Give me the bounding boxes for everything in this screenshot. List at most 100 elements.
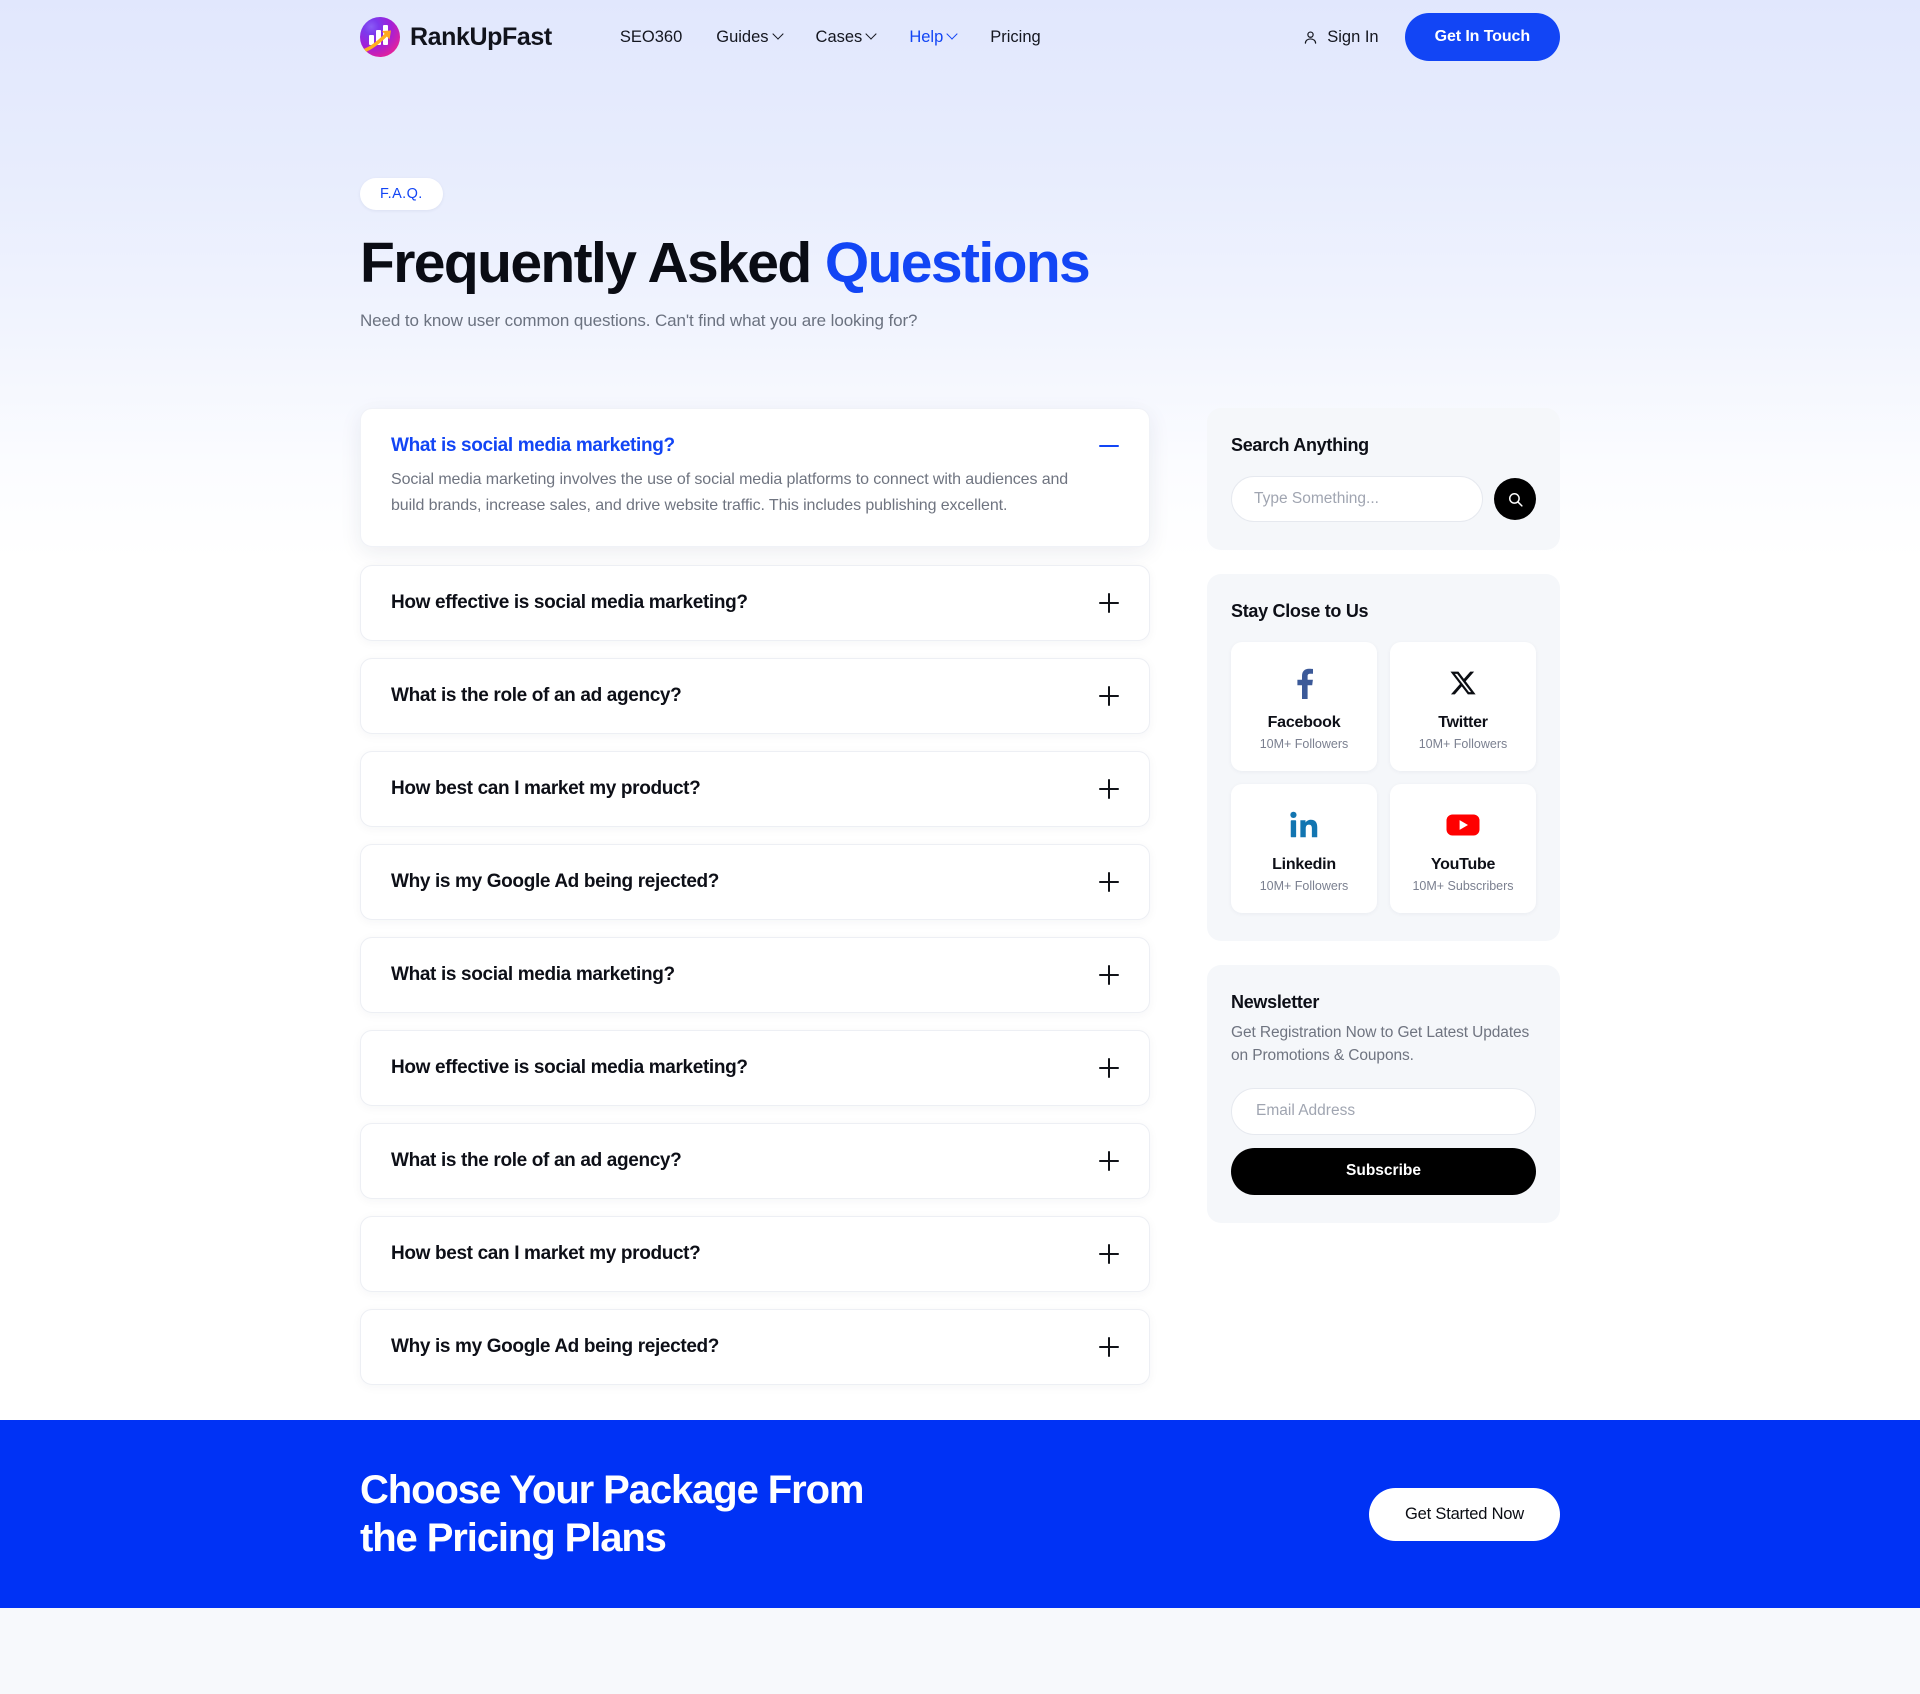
faq-question: How best can I market my product?: [391, 777, 701, 799]
social-name: YouTube: [1430, 856, 1496, 873]
faq-item-header[interactable]: How best can I market my product?: [361, 752, 1149, 826]
social-name: Twitter: [1438, 714, 1488, 731]
nav-link-label: SEO360: [619, 27, 683, 46]
social-card-title: Stay Close to Us: [1231, 601, 1369, 621]
nav-link-pricing[interactable]: Pricing: [990, 28, 1040, 47]
user-icon: [1305, 30, 1317, 44]
social-name: Linkedin: [1272, 856, 1336, 873]
faq-question: What is the role of an ad agency?: [391, 1149, 682, 1171]
page-title-plain: Frequently Asked: [360, 231, 825, 295]
subscribe-button[interactable]: Subscribe: [1231, 1147, 1536, 1195]
search-icon: [1508, 492, 1523, 507]
faq-question: What is social media marketing?: [391, 435, 675, 456]
cta-title: Choose Your Package From the Pricing Pla…: [360, 1466, 864, 1562]
faq-question: How effective is social media marketing?: [391, 1056, 748, 1078]
linkedin-icon: [1241, 808, 1367, 842]
faq-item-header[interactable]: What is social media marketing?: [361, 938, 1149, 1012]
youtube-icon: [1400, 808, 1526, 842]
social-link-linkedin[interactable]: Linkedin 10M+ Followers: [1231, 784, 1377, 913]
email-field[interactable]: [1231, 1087, 1536, 1135]
faq-item[interactable]: How best can I market my product?: [360, 1215, 1150, 1292]
plus-icon[interactable]: [1099, 592, 1119, 613]
main-content: What is social media marketing? Social m…: [360, 408, 1560, 1402]
faq-item-header[interactable]: What is the role of an ad agency?: [361, 1124, 1149, 1198]
faq-question: How best can I market my product?: [391, 1242, 701, 1264]
faq-answer: Social media marketing involves the use …: [391, 471, 1069, 514]
faq-item[interactable]: What is the role of an ad agency?: [360, 1122, 1150, 1199]
minus-icon[interactable]: [1099, 436, 1119, 456]
faq-question: How effective is social media marketing?: [391, 591, 748, 613]
faq-item[interactable]: How effective is social media marketing?: [360, 564, 1150, 641]
social-stat: 10M+ Followers: [1259, 737, 1349, 751]
nav-link-label: Help: [909, 27, 944, 46]
get-in-touch-button[interactable]: Get In Touch: [1404, 13, 1560, 61]
social-link-youtube[interactable]: YouTube 10M+ Subscribers: [1390, 784, 1536, 913]
nav-link-seo360[interactable]: SEO360: [620, 28, 682, 47]
footer-strip: [0, 1608, 1920, 1694]
plus-icon[interactable]: [1099, 685, 1119, 706]
nav-link-label: Cases: [815, 27, 863, 46]
faq-item-header[interactable]: Why is my Google Ad being rejected?: [361, 1310, 1149, 1384]
faq-question: Why is my Google Ad being rejected?: [391, 1335, 720, 1357]
newsletter-card: Newsletter Get Registration Now to Get L…: [1207, 965, 1560, 1223]
plus-icon[interactable]: [1099, 871, 1119, 892]
faq-question: What is the role of an ad agency?: [391, 684, 682, 706]
top-navigation-bar: RankUpFast SEO360 Guides Cases Help Pric…: [0, 0, 1920, 74]
cta-title-line2: the Pricing Plans: [360, 1516, 667, 1560]
faq-question: What is social media marketing?: [391, 963, 675, 985]
page-title: Frequently Asked Questions: [360, 231, 1091, 295]
social-link-facebook[interactable]: Facebook 10M+ Followers: [1231, 642, 1377, 771]
chevron-down-icon: [946, 28, 958, 40]
faq-item[interactable]: Why is my Google Ad being rejected?: [360, 843, 1150, 920]
plus-icon[interactable]: [1099, 778, 1119, 799]
social-stat: 10M+ Subscribers: [1412, 879, 1514, 893]
plus-icon[interactable]: [1099, 1057, 1119, 1078]
faq-item-header[interactable]: What is the role of an ad agency?: [361, 659, 1149, 733]
plus-icon[interactable]: [1099, 1336, 1119, 1357]
faq-item[interactable]: What is the role of an ad agency?: [360, 657, 1150, 734]
page-heading: F.A.Q. Frequently Asked Questions Need t…: [360, 178, 1091, 331]
newsletter-description: Get Registration Now to Get Latest Updat…: [1231, 1024, 1530, 1064]
social-name: Facebook: [1267, 714, 1341, 731]
nav-links: SEO360 Guides Cases Help Pricing: [620, 28, 1041, 47]
nav-link-label: Pricing: [990, 27, 1041, 46]
plus-icon[interactable]: [1099, 964, 1119, 985]
nav-actions: Sign In Get In Touch: [1302, 13, 1560, 61]
faq-item-header[interactable]: What is social media marketing?: [361, 409, 1149, 467]
social-card: Stay Close to Us Facebook 10M+ Followers: [1207, 574, 1560, 941]
nav-link-cases[interactable]: Cases: [815, 27, 877, 47]
faq-item[interactable]: How best can I market my product?: [360, 750, 1150, 827]
faq-item-header[interactable]: How effective is social media marketing?: [361, 566, 1149, 640]
plus-icon[interactable]: [1099, 1150, 1119, 1171]
faq-item[interactable]: How effective is social media marketing?: [360, 1029, 1150, 1106]
faq-item[interactable]: Why is my Google Ad being rejected?: [360, 1308, 1150, 1385]
faq-item-header[interactable]: How best can I market my product?: [361, 1217, 1149, 1291]
faq-page: RankUpFast SEO360 Guides Cases Help Pric…: [0, 0, 1920, 1694]
search-row: [1231, 476, 1536, 522]
faq-item[interactable]: What is social media marketing?: [360, 936, 1150, 1013]
social-stat: 10M+ Followers: [1418, 737, 1508, 751]
get-started-now-button[interactable]: Get Started Now: [1369, 1487, 1560, 1541]
search-button[interactable]: [1494, 478, 1536, 520]
faq-item[interactable]: What is social media marketing? Social m…: [360, 408, 1150, 547]
faq-item-header[interactable]: How effective is social media marketing?: [361, 1031, 1149, 1105]
sign-in-button[interactable]: Sign In: [1302, 28, 1379, 47]
chevron-down-icon: [771, 28, 784, 40]
social-link-twitter[interactable]: Twitter 10M+ Followers: [1390, 642, 1536, 771]
faq-item-header[interactable]: Why is my Google Ad being rejected?: [361, 845, 1149, 919]
search-card-title: Search Anything: [1231, 435, 1369, 455]
bar-chart-arrow-logo-icon: [360, 17, 400, 57]
plus-icon[interactable]: [1099, 1243, 1119, 1264]
newsletter-title: Newsletter: [1231, 992, 1320, 1012]
sidebar: Search Anything Stay Close to Us: [1207, 408, 1560, 1402]
nav-link-help[interactable]: Help: [909, 27, 958, 47]
search-input[interactable]: [1231, 476, 1483, 522]
chevron-down-icon: [865, 28, 877, 40]
social-stat: 10M+ Followers: [1259, 879, 1349, 893]
brand-logo[interactable]: RankUpFast: [360, 17, 552, 57]
pricing-cta-band: Choose Your Package From the Pricing Pla…: [0, 1420, 1920, 1608]
nav-link-guides[interactable]: Guides: [716, 28, 784, 47]
page-title-accent: Questions: [824, 231, 1091, 295]
cta-title-line1: Choose Your Package From: [360, 1468, 864, 1512]
faq-accordion: What is social media marketing? Social m…: [360, 408, 1150, 1402]
